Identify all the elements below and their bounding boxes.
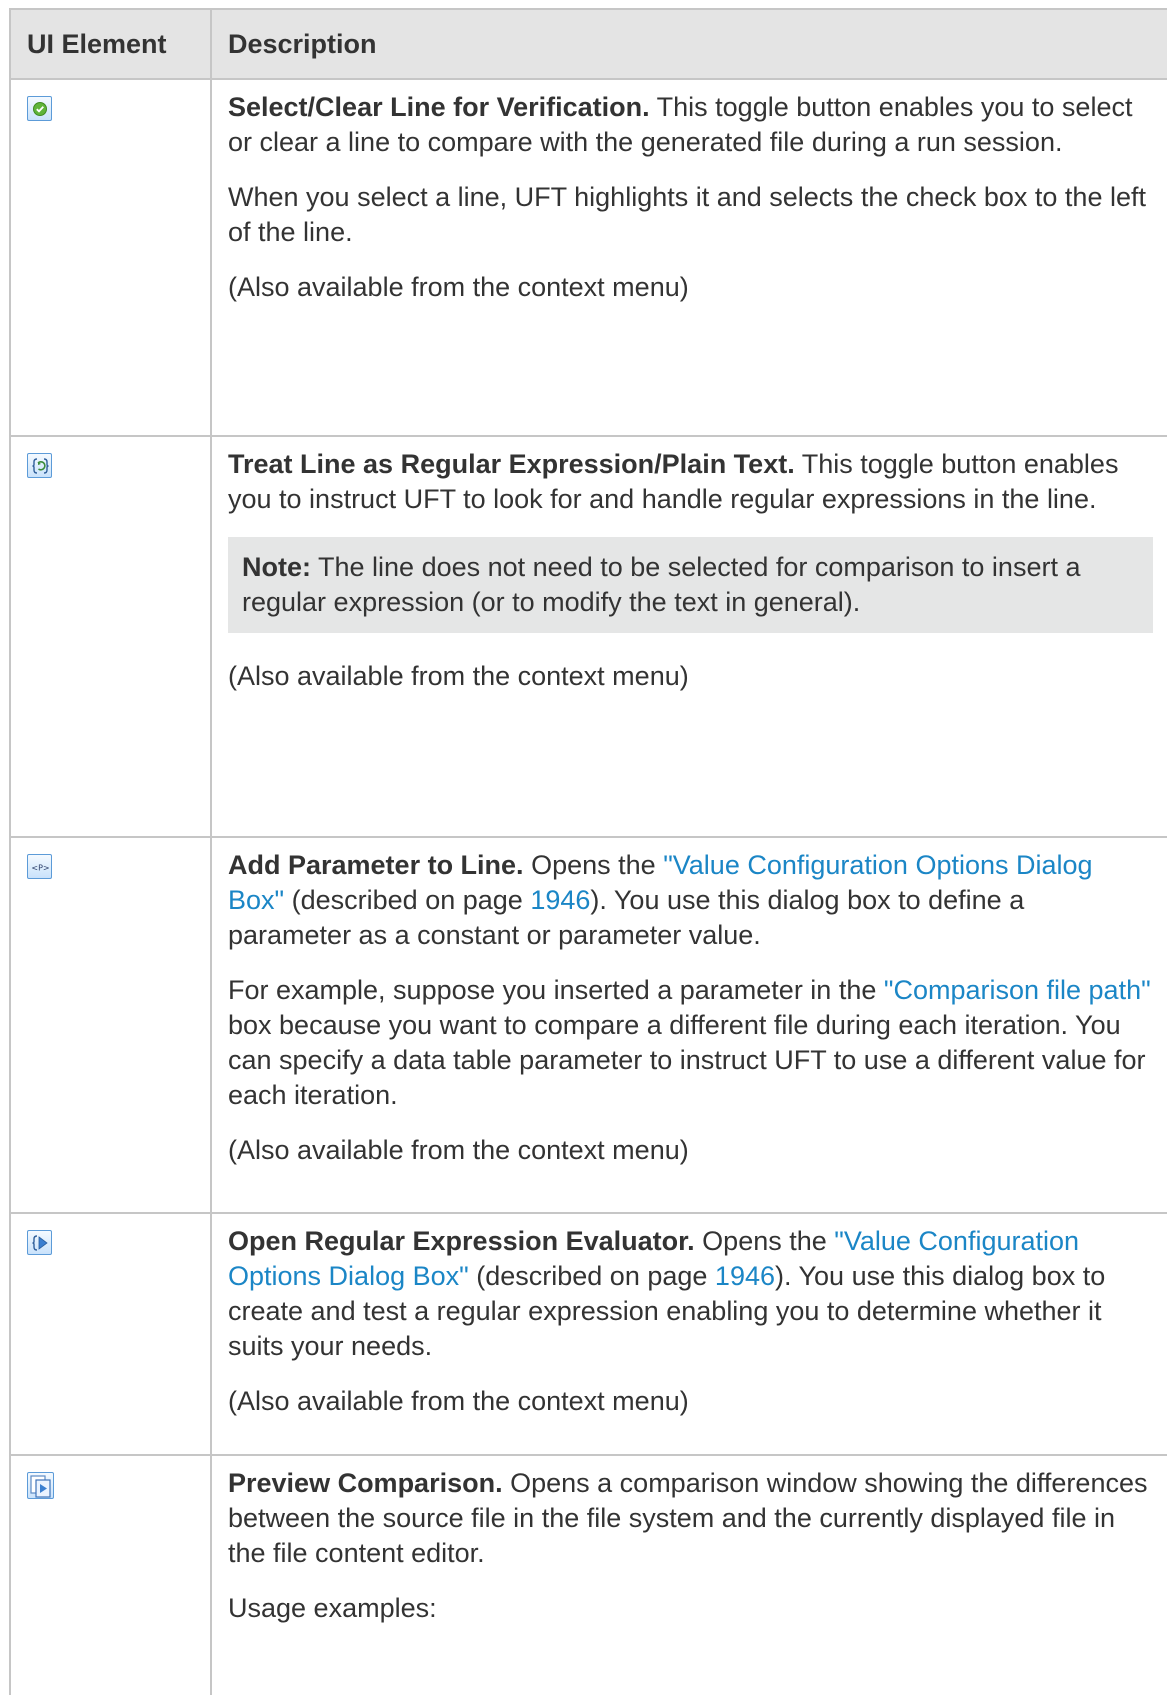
row-text: Opens the	[531, 850, 656, 880]
table-header-row: UI Element Description	[9, 8, 1167, 80]
table-row: Open Regular Expression Evaluator. Opens…	[9, 1212, 1167, 1456]
row-title: Open Regular Expression Evaluator.	[228, 1226, 695, 1256]
page-link[interactable]: 1946	[530, 885, 590, 915]
row-text: (Also available from the context menu)	[228, 1386, 689, 1416]
ui-element-cell	[9, 1212, 212, 1456]
check-circle-icon	[27, 96, 52, 121]
table-row: Treat Line as Regular Expression/Plain T…	[9, 435, 1167, 838]
row-text: (described on page	[476, 1261, 708, 1291]
header-ui-element: UI Element	[9, 8, 212, 80]
note-text: The line does not need to be selected fo…	[242, 552, 1081, 617]
row-title: Select/Clear Line for Verification.	[228, 92, 650, 122]
description-cell: Select/Clear Line for Verification. This…	[210, 78, 1167, 437]
note-box: Note: The line does not need to be selec…	[228, 537, 1153, 633]
comparison-file-path-link[interactable]: "Comparison file path"	[884, 975, 1151, 1005]
row-text: (Also available from the context menu)	[228, 272, 689, 302]
regex-toggle-icon	[27, 453, 52, 478]
parameter-icon: <P>	[27, 854, 52, 879]
page-link[interactable]: 1946	[715, 1261, 775, 1291]
regex-evaluator-icon	[27, 1230, 52, 1255]
preview-comparison-icon	[27, 1472, 54, 1499]
row-text: (described on page	[291, 885, 523, 915]
ui-element-table: UI Element Description Select/Clear Line…	[9, 8, 1167, 1695]
description-cell: Open Regular Expression Evaluator. Opens…	[210, 1212, 1167, 1456]
table-row: Preview Comparison. Opens a comparison w…	[9, 1454, 1167, 1695]
row-text: (Also available from the context menu)	[228, 661, 689, 691]
description-cell: Add Parameter to Line. Opens the "Value …	[210, 836, 1167, 1214]
svg-text:<P>: <P>	[31, 864, 49, 873]
ui-element-cell: <P>	[9, 836, 212, 1214]
ui-element-cell	[9, 435, 212, 838]
row-text: When you select a line, UFT highlights i…	[228, 182, 1146, 247]
row-title: Treat Line as Regular Expression/Plain T…	[228, 449, 795, 479]
header-description: Description	[210, 8, 1167, 80]
row-text: Opens the	[702, 1226, 827, 1256]
note-label: Note:	[242, 552, 311, 582]
description-cell: Treat Line as Regular Expression/Plain T…	[210, 435, 1167, 838]
description-cell: Preview Comparison. Opens a comparison w…	[210, 1454, 1167, 1695]
row-text: For example, suppose you inserted a para…	[228, 975, 877, 1005]
row-title: Add Parameter to Line.	[228, 850, 524, 880]
row-text: Usage examples:	[228, 1593, 437, 1623]
row-text: (Also available from the context menu)	[228, 1135, 689, 1165]
ui-element-cell	[9, 1454, 212, 1695]
ui-element-cell	[9, 78, 212, 437]
row-text: box because you want to compare a differ…	[228, 1010, 1146, 1110]
table-row: <P> Add Parameter to Line. Opens the "Va…	[9, 836, 1167, 1214]
table-row: Select/Clear Line for Verification. This…	[9, 78, 1167, 437]
row-title: Preview Comparison.	[228, 1468, 503, 1498]
